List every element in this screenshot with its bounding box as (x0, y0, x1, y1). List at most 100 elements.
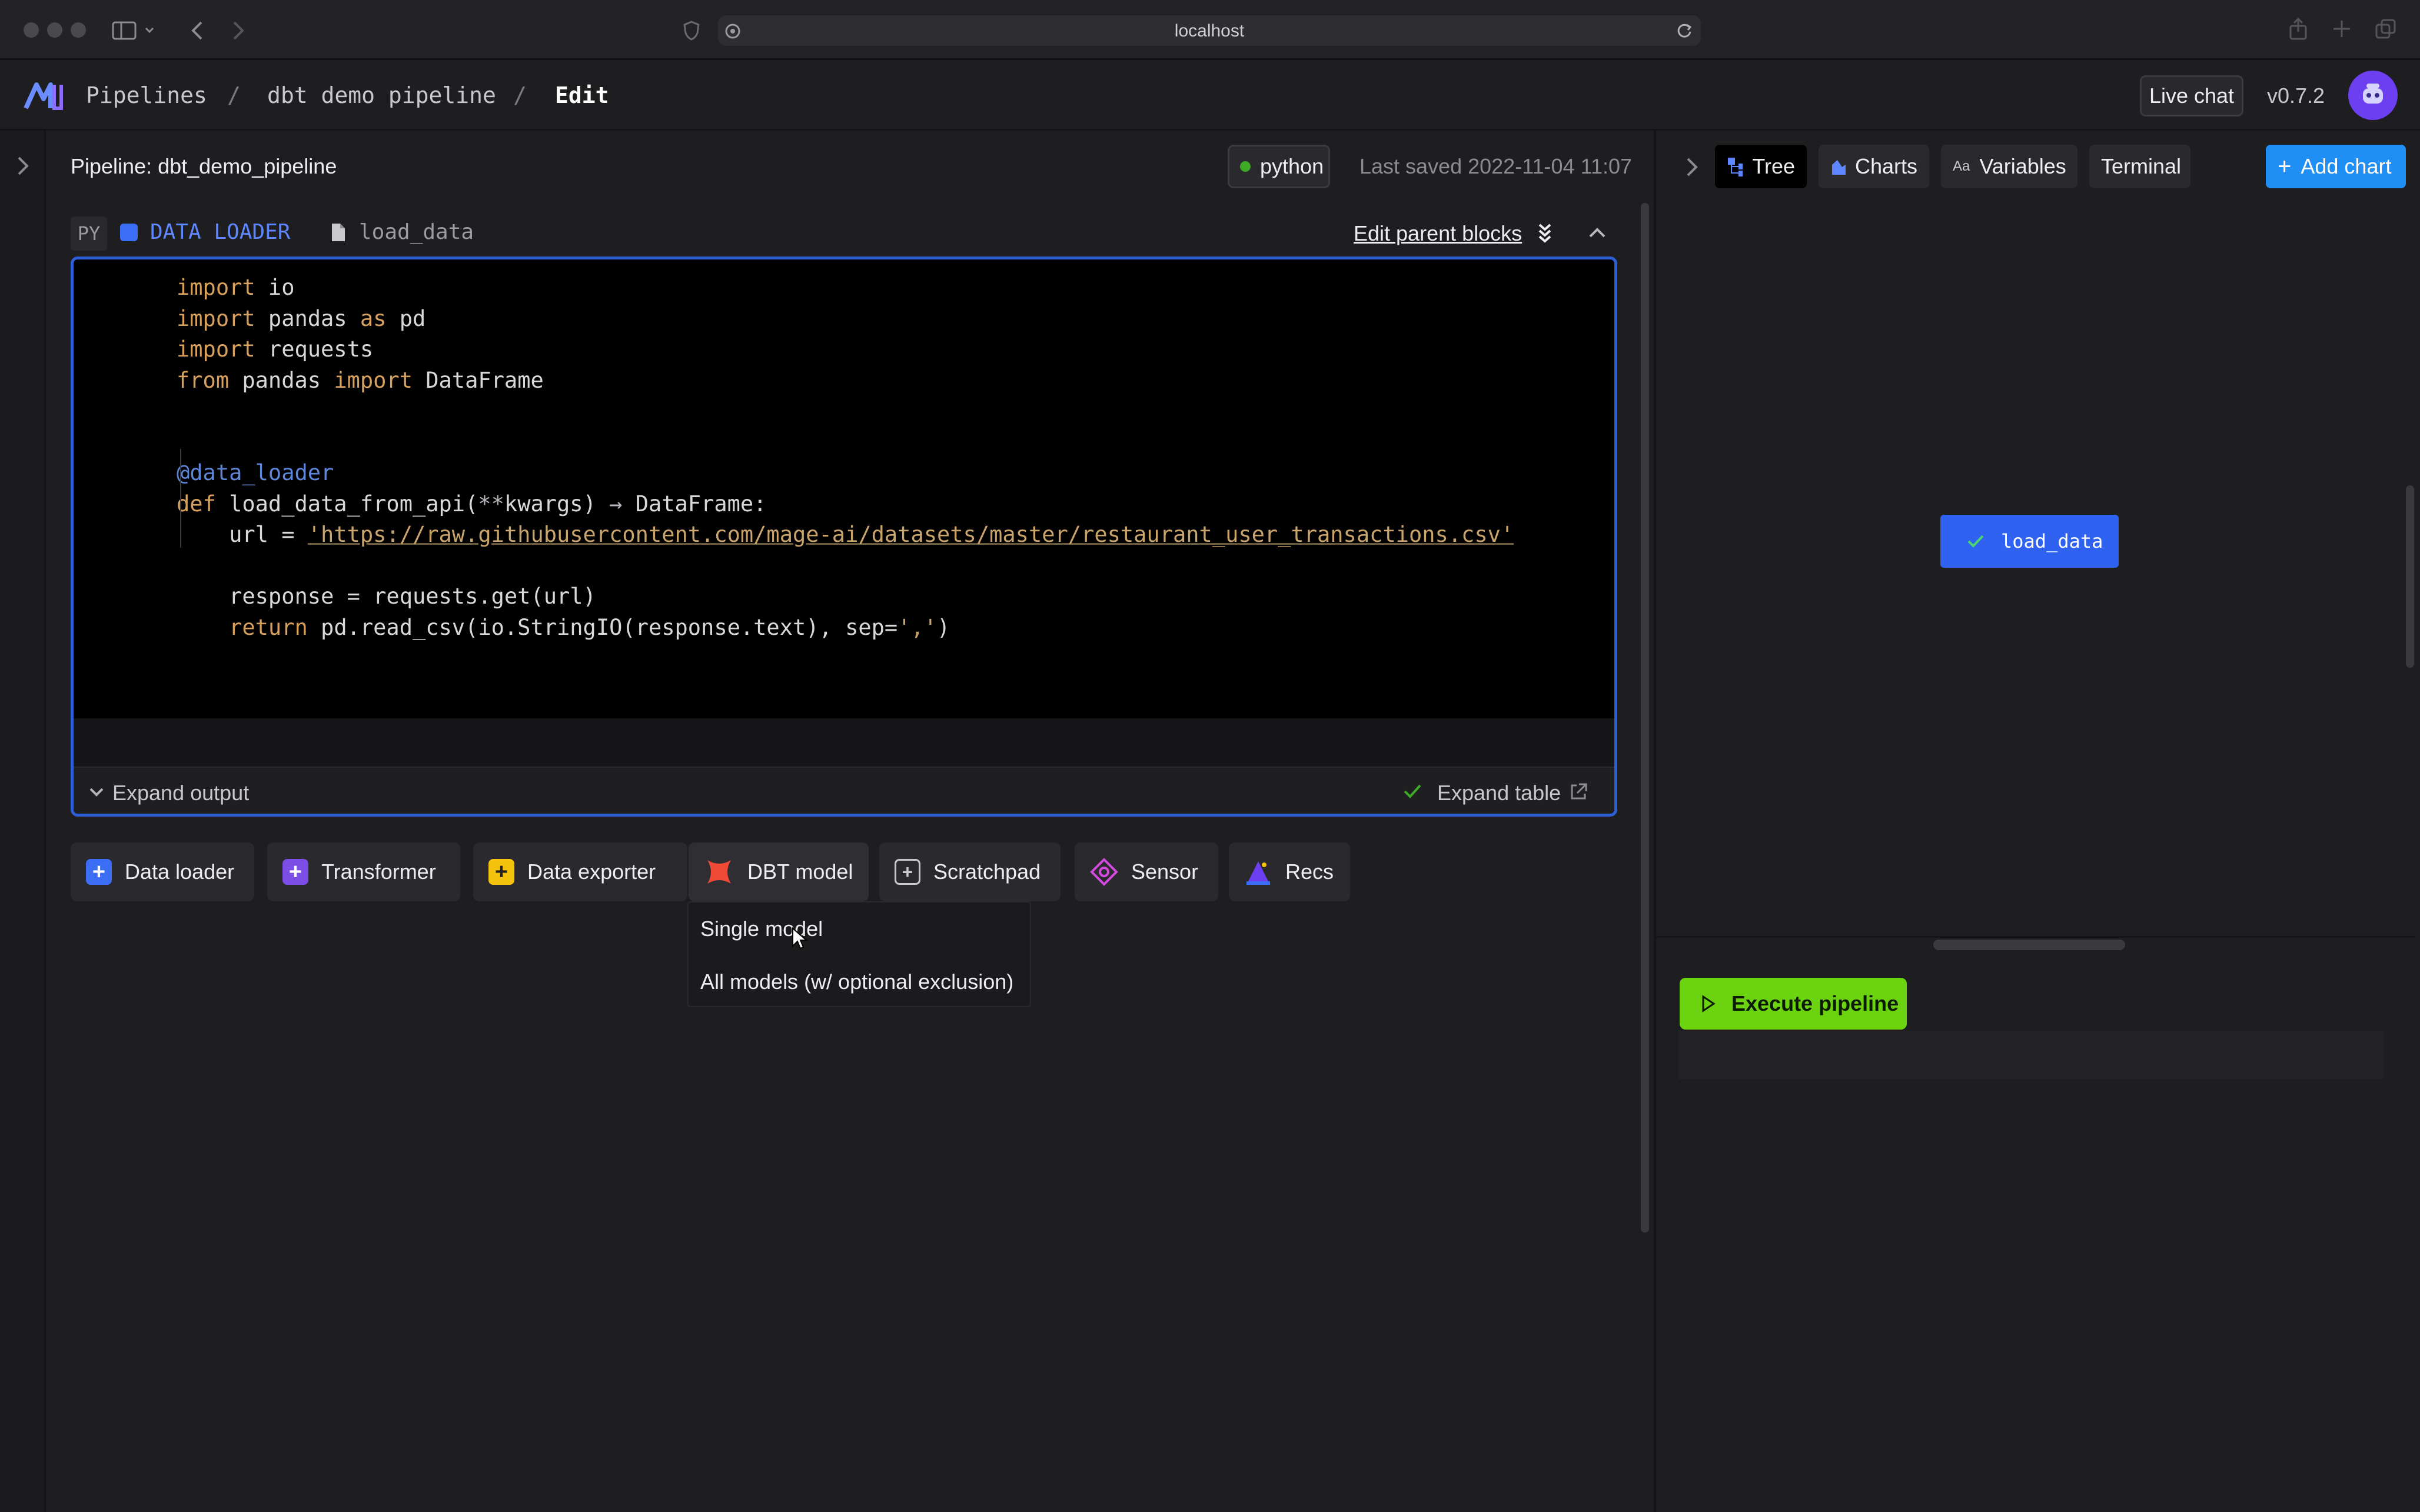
app-header: Pipelines / dbt demo pipeline / Edit Liv… (0, 60, 2420, 131)
add-chart-button[interactable]: + Add chart (2266, 145, 2406, 188)
execute-pipeline-button[interactable]: Execute pipeline (1680, 978, 1907, 1030)
breadcrumb-pipeline-name[interactable]: dbt demo pipeline (267, 82, 496, 108)
mage-logo-icon[interactable] (24, 81, 65, 111)
chevrons-down-icon[interactable] (1536, 221, 1554, 245)
add-recs-button[interactable]: Recs (1229, 842, 1350, 901)
edit-parent-blocks-link[interactable]: Edit parent blocks (1354, 221, 1522, 246)
add-data-exporter-button[interactable]: + Data exporter (473, 842, 687, 901)
execute-pipeline-label: Execute pipeline (1731, 991, 1899, 1015)
block-name[interactable]: load_data (359, 220, 474, 244)
add-transformer-button[interactable]: + Transformer (267, 842, 460, 901)
left-sidebar-collapsed (0, 131, 46, 1512)
plus-icon: + (488, 859, 514, 885)
checkmark-icon (1967, 535, 1984, 548)
tab-tree[interactable]: Tree (1715, 145, 1807, 188)
code-line: url = 'https://raw.githubusercontent.com… (177, 522, 1514, 547)
tab-variables-label: Variables (1979, 154, 2066, 178)
sensor-icon (1090, 858, 1118, 886)
tree-node-label: load_data (2001, 530, 2103, 552)
add-transformer-label: Transformer (321, 860, 436, 884)
code-footer-bar (74, 718, 1614, 767)
pipeline-subheader: Pipeline: dbt_demo_pipeline python Last … (0, 131, 1654, 201)
language-badge: PY (71, 217, 107, 251)
plus-icon: + (895, 859, 920, 885)
url-text: localhost (1174, 21, 1245, 41)
tree-icon (1728, 158, 1743, 176)
collapse-block-icon[interactable] (1587, 224, 1608, 241)
variables-icon: Aa (1953, 158, 1970, 174)
expand-output-button[interactable]: Expand output (112, 781, 249, 805)
add-scratchpad-label: Scratchpad (933, 860, 1041, 884)
breadcrumb-separator: / (227, 82, 241, 108)
chart-icon (1832, 160, 1846, 175)
add-recs-label: Recs (1285, 860, 1334, 884)
address-bar[interactable]: localhost (718, 15, 1701, 46)
plus-icon: + (86, 859, 112, 885)
tab-terminal[interactable]: Terminal (2089, 145, 2190, 188)
pipeline-title: Pipeline: dbt_demo_pipeline (71, 154, 337, 178)
breadcrumb-separator: / (513, 82, 527, 108)
version-label: v0.7.2 (2267, 84, 2325, 108)
kernel-status-button[interactable]: python (1228, 145, 1330, 188)
browser-toolbar: localhost (0, 0, 2420, 60)
live-chat-button[interactable]: Live chat (2140, 75, 2243, 116)
back-icon[interactable] (188, 20, 206, 41)
add-data-exporter-label: Data exporter (527, 860, 656, 884)
forward-icon[interactable] (230, 20, 247, 41)
avatar[interactable] (2348, 71, 2398, 120)
collapse-right-panel-icon[interactable] (1683, 156, 1701, 178)
tab-charts[interactable]: Charts (1819, 145, 1929, 188)
new-tab-icon[interactable] (2332, 19, 2352, 39)
editor-scrollbar[interactable] (1641, 203, 1649, 1233)
kernel-status-dot-icon (1240, 161, 1251, 172)
add-data-loader-button[interactable]: + Data loader (71, 842, 254, 901)
chevron-down-icon[interactable] (88, 783, 105, 801)
code-line: import io (177, 275, 295, 300)
tab-overview-icon[interactable] (2374, 18, 2398, 41)
output-bar: Expand output Expand table (74, 767, 1614, 814)
sidebar-toggle-icon[interactable] (112, 21, 159, 40)
privacy-shield-icon[interactable] (683, 20, 700, 41)
dbt-model-menu: Single model All models (w/ optional exc… (687, 901, 1031, 1007)
code-editor-block[interactable]: import io import pandas as pd import req… (71, 257, 1617, 817)
add-sensor-button[interactable]: Sensor (1075, 842, 1218, 901)
code-line: import pandas as pd (177, 305, 426, 331)
code-editor[interactable]: import io import pandas as pd import req… (177, 272, 1514, 643)
code-line: return pd.read_csv(io.StringIO(response.… (229, 614, 950, 640)
menu-item-all-models[interactable]: All models (w/ optional exclusion) (700, 970, 1013, 994)
breadcrumb-current: Edit (555, 82, 609, 108)
indent-guide (180, 449, 181, 548)
tab-tree-label: Tree (1752, 154, 1795, 178)
plus-icon: + (282, 859, 308, 885)
external-link-icon[interactable] (1568, 782, 1588, 802)
close-window-dot[interactable] (24, 22, 39, 38)
tab-variables[interactable]: Aa Variables (1941, 145, 2077, 188)
dependency-tree-canvas[interactable] (1656, 201, 2415, 938)
tree-vertical-scrollbar[interactable] (2406, 485, 2414, 668)
add-dbt-model-button[interactable]: DBT model (689, 842, 869, 901)
code-line: import requests (177, 337, 374, 362)
tree-node-load-data[interactable]: load_data (1940, 515, 2119, 568)
add-data-loader-label: Data loader (125, 860, 235, 884)
last-saved-label: Last saved 2022-11-04 11:07 (1359, 154, 1633, 178)
breadcrumb-pipelines[interactable]: Pipelines (86, 82, 207, 108)
data-loader-color-icon (120, 224, 138, 241)
add-scratchpad-button[interactable]: + Scratchpad (879, 842, 1061, 901)
file-icon (332, 224, 345, 241)
plus-icon: + (2278, 153, 2292, 179)
tree-horizontal-scrollbar[interactable] (1933, 940, 2125, 950)
share-icon[interactable] (2288, 18, 2308, 41)
block-type-label: DATA LOADER (150, 220, 291, 244)
add-sensor-label: Sensor (1131, 860, 1199, 884)
block-header: PY DATA LOADER load_data Edit parent blo… (71, 212, 1618, 257)
add-chart-label: Add chart (2301, 154, 2392, 178)
code-line: @data_loader (177, 460, 334, 485)
play-icon (1702, 995, 1716, 1013)
kernel-label: python (1260, 154, 1324, 178)
dbt-logo-icon (707, 860, 731, 884)
reload-icon[interactable] (1675, 21, 1694, 40)
zoom-window-dot[interactable] (71, 22, 86, 38)
minimize-window-dot[interactable] (47, 22, 62, 38)
execution-output (1678, 1031, 2384, 1079)
expand-table-button[interactable]: Expand table (1437, 781, 1561, 805)
